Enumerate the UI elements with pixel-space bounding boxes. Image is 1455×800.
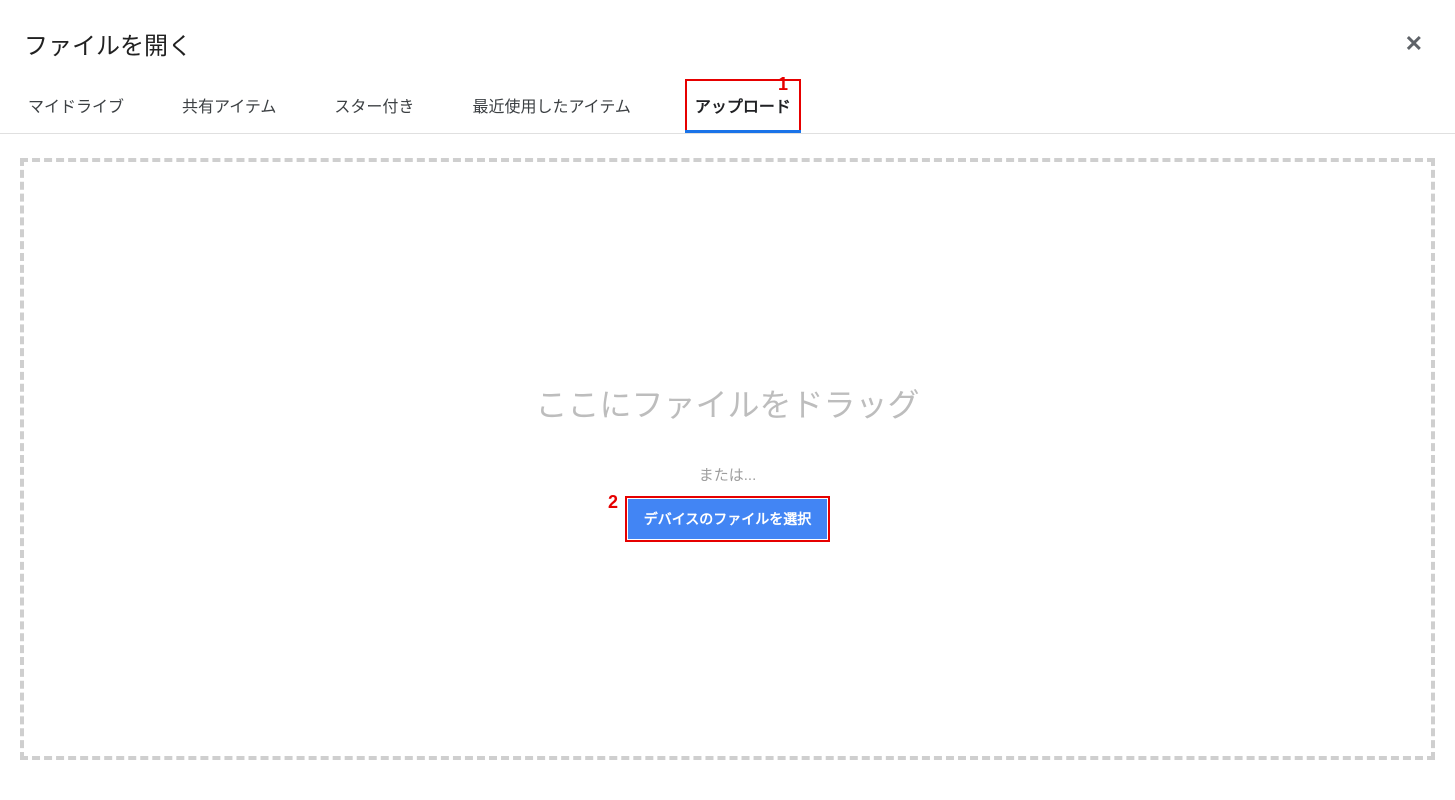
drag-instruction: ここにファイルをドラッグ: [535, 380, 919, 426]
or-text: または...: [699, 464, 757, 485]
tab-bar: マイドライブ 共有アイテム スター付き 最近使用したアイテム アップロード: [0, 79, 1455, 134]
annotation-1: 1: [778, 74, 788, 95]
select-device-file-button[interactable]: デバイスのファイルを選択: [628, 499, 828, 539]
dropzone[interactable]: ここにファイルをドラッグ または... デバイスのファイルを選択: [20, 158, 1435, 760]
tab-recent[interactable]: 最近使用したアイテム: [468, 79, 634, 133]
upload-panel: ここにファイルをドラッグ または... デバイスのファイルを選択: [0, 134, 1455, 780]
tab-shared[interactable]: 共有アイテム: [178, 79, 280, 133]
tab-starred[interactable]: スター付き: [330, 79, 418, 133]
dialog-header: ファイルを開く ✕: [0, 0, 1455, 79]
close-icon[interactable]: ✕: [1397, 27, 1431, 61]
dialog-title: ファイルを開く: [24, 26, 192, 61]
tab-my-drive[interactable]: マイドライブ: [24, 79, 128, 133]
annotation-2: 2: [608, 492, 618, 513]
